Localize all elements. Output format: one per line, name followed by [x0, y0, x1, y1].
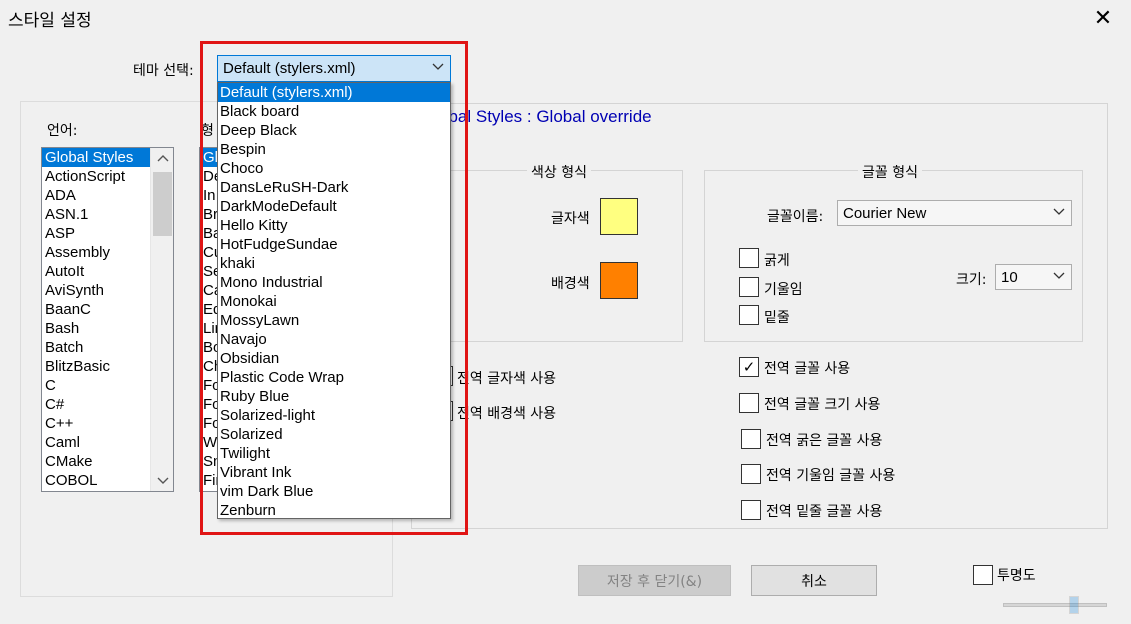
font-size-value: 10	[1001, 268, 1018, 286]
fg-color-label: 글자색	[551, 211, 590, 227]
section-title: obal Styles : Global override	[439, 107, 652, 126]
global-bg-label: 전역 배경색 사용	[457, 406, 557, 422]
language-list[interactable]: Global Styles ActionScript ADA ASN.1 ASP Asse…	[41, 147, 174, 492]
global-italic-checkbox[interactable]	[741, 464, 761, 484]
theme-option[interactable]: Obsidian	[218, 349, 450, 368]
font-size-label: 크기:	[956, 272, 987, 288]
theme-option[interactable]: vim Dark Blue	[218, 482, 450, 501]
font-size-select[interactable]: 10	[995, 264, 1072, 290]
theme-option[interactable]: Vibrant Ink	[218, 463, 450, 482]
italic-label: 기울임	[764, 282, 803, 298]
font-name-select[interactable]: Courier New	[837, 200, 1072, 226]
theme-option[interactable]: MossyLawn	[218, 311, 450, 330]
global-font-size-label: 전역 글꼴 크기 사용	[764, 397, 881, 413]
global-italic-label: 전역 기울임 글꼴 사용	[766, 468, 896, 484]
scroll-up-icon[interactable]	[151, 150, 173, 168]
transparency-checkbox[interactable]	[973, 565, 993, 585]
color-group: 색상 형식	[440, 162, 683, 342]
theme-option[interactable]: Deep Black	[218, 121, 450, 140]
theme-option[interactable]: DansLeRuSH-Dark	[218, 178, 450, 197]
global-underline-checkbox[interactable]	[741, 500, 761, 520]
theme-option[interactable]: Ruby Blue	[218, 387, 450, 406]
theme-option[interactable]: Mono Industrial	[218, 273, 450, 292]
check-icon: ✓	[742, 357, 756, 376]
bold-checkbox[interactable]	[739, 248, 759, 268]
theme-option[interactable]: Default (stylers.xml)	[218, 83, 450, 102]
fg-color-swatch[interactable]	[600, 198, 638, 235]
theme-option[interactable]: khaki	[218, 254, 450, 273]
font-name-label: 글꼴이름:	[767, 209, 824, 225]
theme-option[interactable]: Twilight	[218, 444, 450, 463]
global-bold-checkbox[interactable]	[741, 429, 761, 449]
chevron-down-icon	[432, 60, 444, 77]
underline-label: 밑줄	[764, 310, 790, 326]
transparency-label: 투명도	[997, 568, 1036, 584]
theme-option[interactable]: Navajo	[218, 330, 450, 349]
save-close-button[interactable]: 저장 후 닫기(&)	[578, 565, 731, 596]
global-underline-label: 전역 밑줄 글꼴 사용	[766, 504, 883, 520]
bg-color-swatch[interactable]	[600, 262, 638, 299]
cancel-button[interactable]: 취소	[751, 565, 877, 596]
theme-option[interactable]: Monokai	[218, 292, 450, 311]
transparency-slider-track[interactable]	[1003, 603, 1107, 607]
theme-dropdown-list[interactable]: Default (stylers.xml) Black board Deep Bla…	[217, 82, 451, 519]
theme-select[interactable]: Default (stylers.xml)	[217, 55, 451, 82]
window-title: 스타일 설정	[8, 11, 92, 31]
language-scrollbar[interactable]	[150, 148, 173, 491]
global-fg-label: 전역 글자색 사용	[457, 371, 557, 387]
theme-option[interactable]: Solarized	[218, 425, 450, 444]
theme-option[interactable]: Plastic Code Wrap	[218, 368, 450, 387]
underline-checkbox[interactable]	[739, 305, 759, 325]
transparency-slider-thumb[interactable]	[1069, 596, 1079, 614]
font-group: 글꼴 형식	[704, 162, 1083, 342]
font-name-value: Courier New	[843, 204, 927, 222]
language-label: 언어:	[47, 123, 78, 139]
theme-option[interactable]: HotFudgeSundae	[218, 235, 450, 254]
chevron-down-icon	[1053, 269, 1065, 286]
bg-color-label: 배경색	[551, 276, 590, 292]
scroll-thumb[interactable]	[153, 172, 172, 236]
font-legend: 글꼴 형식	[858, 162, 922, 182]
chevron-down-icon	[1053, 205, 1065, 222]
close-icon[interactable]: ✕	[1090, 6, 1116, 32]
italic-checkbox[interactable]	[739, 277, 759, 297]
global-font-size-checkbox[interactable]	[739, 393, 759, 413]
theme-label: 테마 선택:	[133, 63, 194, 79]
style-label: 형	[201, 123, 214, 139]
theme-option[interactable]: Bespin	[218, 140, 450, 159]
theme-option[interactable]: Zenburn	[218, 501, 450, 520]
global-font-label: 전역 글꼴 사용	[764, 361, 851, 377]
theme-select-value: Default (stylers.xml)	[223, 60, 356, 77]
global-bold-label: 전역 굵은 글꼴 사용	[766, 433, 883, 449]
theme-option[interactable]: Hello Kitty	[218, 216, 450, 235]
color-legend: 색상 형식	[527, 162, 591, 182]
global-font-checkbox[interactable]: ✓	[739, 357, 759, 377]
scroll-down-icon[interactable]	[151, 471, 173, 489]
theme-option[interactable]: Black board	[218, 102, 450, 121]
theme-option[interactable]: Solarized-light	[218, 406, 450, 425]
theme-option[interactable]: DarkModeDefault	[218, 197, 450, 216]
theme-option[interactable]: Choco	[218, 159, 450, 178]
bold-label: 굵게	[764, 253, 790, 269]
